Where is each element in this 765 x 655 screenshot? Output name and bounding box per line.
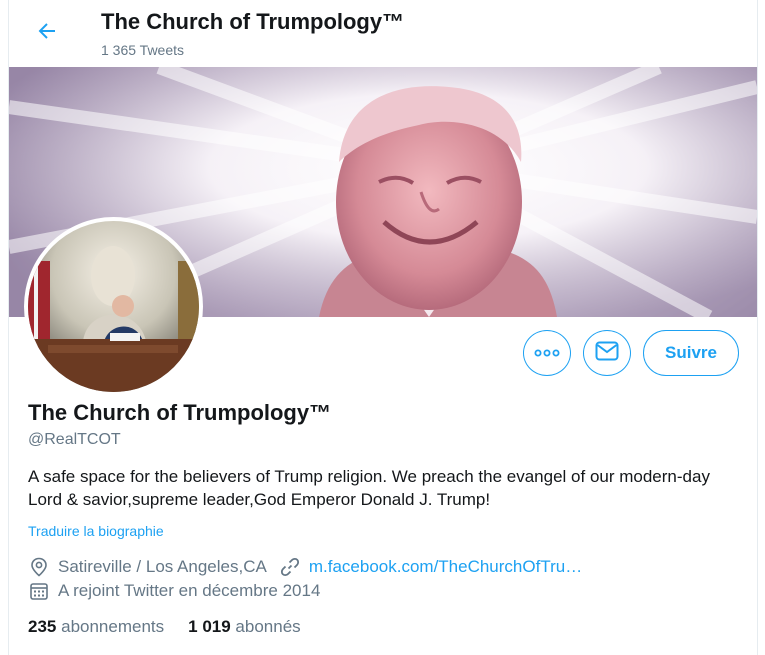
header-title: The Church of Trumpology™: [101, 9, 405, 34]
profile-handle: @RealTCOT: [28, 431, 121, 448]
profile-joined-row: A rejoint Twitter en décembre 2014: [28, 580, 320, 602]
following-count: 235: [28, 617, 57, 636]
profile-name: The Church of Trumpology™: [28, 400, 332, 425]
followers-label: abonnés: [235, 617, 301, 636]
followers-link[interactable]: 1 019 abonnés: [188, 617, 301, 637]
translate-bio-link[interactable]: Traduire la biographie: [28, 523, 164, 539]
profile-meta-row: Satireville / Los Angeles,CA m.facebook.…: [28, 556, 582, 578]
more-button[interactable]: [523, 330, 571, 376]
location-icon: [28, 556, 50, 578]
envelope-icon: [595, 341, 619, 366]
following-link[interactable]: 235 abonnements: [28, 617, 164, 637]
follow-button[interactable]: Suivre: [643, 330, 739, 376]
avatar-image: [28, 221, 199, 392]
profile-stats: 235 abonnements 1 019 abonnés: [28, 617, 301, 637]
link-icon: [279, 556, 301, 578]
profile-actions: Suivre: [523, 330, 739, 376]
profile-location: Satireville / Los Angeles,CA: [58, 557, 267, 576]
followers-count: 1 019: [188, 617, 231, 636]
profile-website-link[interactable]: m.facebook.com/TheChurchOfTru…: [309, 557, 582, 577]
profile-joined-date: A rejoint Twitter en décembre 2014: [58, 581, 321, 600]
back-button[interactable]: [29, 15, 65, 51]
arrow-left-icon: [35, 19, 59, 48]
following-label: abonnements: [61, 617, 165, 636]
tweet-count: 1 365 Tweets: [101, 42, 185, 58]
profile-column: The Church of Trumpology™ 1 365 Tweets S…: [8, 0, 758, 655]
profile-bio: A safe space for the believers of Trump …: [28, 467, 710, 509]
more-icon: [534, 344, 560, 362]
message-button[interactable]: [583, 330, 631, 376]
profile-header-bar: The Church of Trumpology™ 1 365 Tweets: [9, 0, 757, 67]
profile-avatar[interactable]: [24, 217, 203, 396]
calendar-icon: [28, 580, 50, 602]
